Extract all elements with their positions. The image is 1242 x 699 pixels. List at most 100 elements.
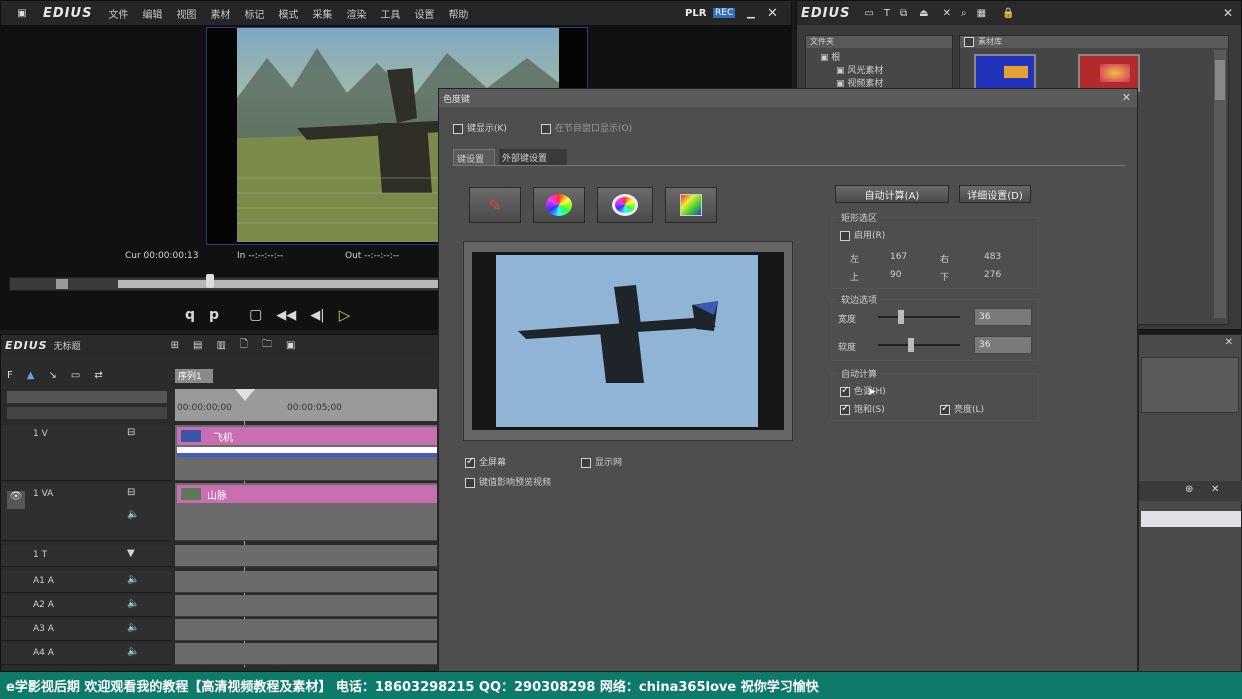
tab-advanced[interactable]: 外部键设置 [499,149,567,165]
bin-search-icon[interactable]: ⌕ [961,8,967,19]
rect-right-value[interactable]: 483 [984,252,1001,262]
menu-edit[interactable]: 编辑 [142,6,162,21]
sequence-tab[interactable]: 序列1 [175,369,213,383]
menu-clip[interactable]: 素材 [210,6,230,21]
menu-capture[interactable]: 采集 [312,6,332,21]
clip-thumb-1[interactable] [974,54,1036,92]
scrub-bar[interactable] [9,274,440,291]
scrub-handle[interactable] [206,274,214,288]
set-out-icon[interactable]: p [209,307,219,323]
auto-calc-button[interactable]: 自动计算(A) [835,185,949,203]
rect-left-value[interactable]: 167 [890,252,907,262]
auto-sat-checkbox[interactable]: 饱和(S) [840,402,885,415]
track-header-a2[interactable]: A2 A 🔈 [1,595,171,617]
clip-video-1[interactable]: 飞机 [177,427,437,445]
width-input[interactable]: 36 [974,308,1032,326]
tl-tool1-icon[interactable]: ⊞ [171,340,179,351]
eyedropper-button[interactable]: ✎ [469,187,521,223]
track-header-a4[interactable]: A4 A 🔈 [1,643,171,665]
color-wheel-button[interactable] [597,187,653,223]
tl-open-icon[interactable]: 🗀 [262,337,272,354]
timeline-ruler[interactable]: 00:00:00;00 00:00:05;00 [175,389,437,421]
bin-import-icon[interactable]: ⏏ [919,8,928,19]
track-a4-audio-icon[interactable]: 🔈 [127,646,139,657]
mode-label[interactable]: PLR [685,8,706,19]
right-panel-close-icon[interactable]: ✕ [1225,337,1233,348]
track-header-v[interactable]: 1 V ⊟ [1,425,171,481]
track-header-t[interactable]: 1 T ▼ [1,545,171,567]
hue-wheel-button[interactable] [533,187,585,223]
opt-realtime[interactable]: 在节目窗口显示(O) [541,121,632,134]
panel-close-icon-2[interactable]: ✕ [1211,484,1219,495]
detail-settings-button[interactable]: 详细设置(D) [959,185,1031,203]
track-a1-audio-icon[interactable]: 🔈 [127,574,139,585]
playhead[interactable] [235,389,255,401]
stop-icon[interactable]: ▢ [249,307,262,323]
bin-folder-icon[interactable]: ▭ [864,8,873,19]
opt-key-display[interactable]: 键显示(K) [453,121,507,134]
menu-marker[interactable]: 标记 [244,6,264,21]
track-a3-audio-icon[interactable]: 🔈 [127,622,139,633]
play-icon[interactable]: ▷ [339,306,351,324]
tl-snap-icon[interactable]: ▲ [27,370,35,381]
menu-view[interactable]: 视图 [176,6,196,21]
menu-tools[interactable]: 工具 [380,6,400,21]
chk-fullscreen[interactable]: 全屏幕 [465,455,506,468]
track-header-a1[interactable]: A1 A 🔈 [1,571,171,593]
softness-slider-thumb[interactable] [908,338,914,352]
bin-delete-icon[interactable]: ✕ [943,8,951,19]
auto-lum-checkbox[interactable]: 亮度(L) [940,402,984,415]
track-va-audio-icon[interactable]: 🔈 [127,509,139,520]
track-header-a3[interactable]: A3 A 🔈 [1,619,171,641]
zoom-bar[interactable] [7,391,167,403]
bin-grid-icon[interactable]: ▦ [977,8,986,19]
rewind-icon[interactable]: ◀◀ [276,308,296,323]
menu-help[interactable]: 帮助 [448,6,468,21]
close-icon[interactable]: ✕ [767,6,778,21]
menu-render[interactable]: 渲染 [346,6,366,21]
tab-basic[interactable]: 键设置 [453,149,495,165]
track-select-icon[interactable]: 👁 [7,491,25,509]
chk-link-preview[interactable]: 键值影响预览视频 [465,475,551,488]
bin-close-icon[interactable]: ✕ [1223,6,1233,20]
panel-pin-icon[interactable]: ⊕ [1185,484,1193,495]
tl-ripple-icon[interactable]: ↘ [48,370,56,381]
menu-mode[interactable]: 模式 [278,6,298,21]
rect-top-value[interactable]: 90 [890,270,901,280]
clip-video-2[interactable]: 山脉 [177,485,437,503]
tl-tool2-icon[interactable]: ▤ [193,340,202,351]
bin-copy-icon[interactable]: ⧉ [900,8,907,19]
bin-text-icon[interactable]: T [884,8,890,19]
tl-link-icon[interactable]: ⇄ [94,370,102,381]
color-square-button[interactable] [665,187,717,223]
tl-save-icon[interactable]: ▣ [286,340,295,351]
track-a2-audio-icon[interactable]: 🔈 [127,598,139,609]
minimize-icon[interactable]: ▁ [747,8,755,19]
width-slider[interactable] [878,310,960,324]
track-header-va[interactable]: 1 VA ⊟ 🔈 [1,483,171,541]
rect-bottom-value[interactable]: 276 [984,270,1001,280]
tl-new-icon[interactable]: 🗋 [240,337,248,354]
rect-enable[interactable]: 启用(R) [840,228,885,241]
width-slider-thumb[interactable] [898,310,904,324]
set-in-icon[interactable]: q [185,307,195,323]
dialog-close-icon[interactable]: ✕ [1122,91,1131,104]
tl-tool3-icon[interactable]: ▥ [216,340,225,351]
track-height-bar[interactable] [7,407,167,419]
tl-mode-icon[interactable]: F [7,370,13,381]
softness-input[interactable]: 36 [974,336,1032,354]
menu-settings[interactable]: 设置 [414,6,434,21]
mode-badge[interactable]: REC [713,8,736,18]
clip-thumb-2[interactable] [1078,54,1140,92]
chk-outline[interactable]: 显示网 [581,455,622,468]
track-v-lock-icon[interactable]: ⊟ [127,427,135,438]
folder-root[interactable]: ▣ 根 [806,50,952,63]
track-va-lock-icon[interactable]: ⊟ [127,487,135,498]
shuttle-handle[interactable] [56,279,68,289]
bin-lock-icon[interactable]: 🔒 [1002,8,1014,19]
auto-hue-checkbox[interactable]: 色调(H) [840,384,886,397]
tl-split-icon[interactable]: ▭ [71,370,80,381]
bin-scrollbar[interactable] [1214,50,1226,318]
softness-slider[interactable] [878,338,960,352]
folder-child[interactable]: ▣ 风光素材 [806,63,952,76]
